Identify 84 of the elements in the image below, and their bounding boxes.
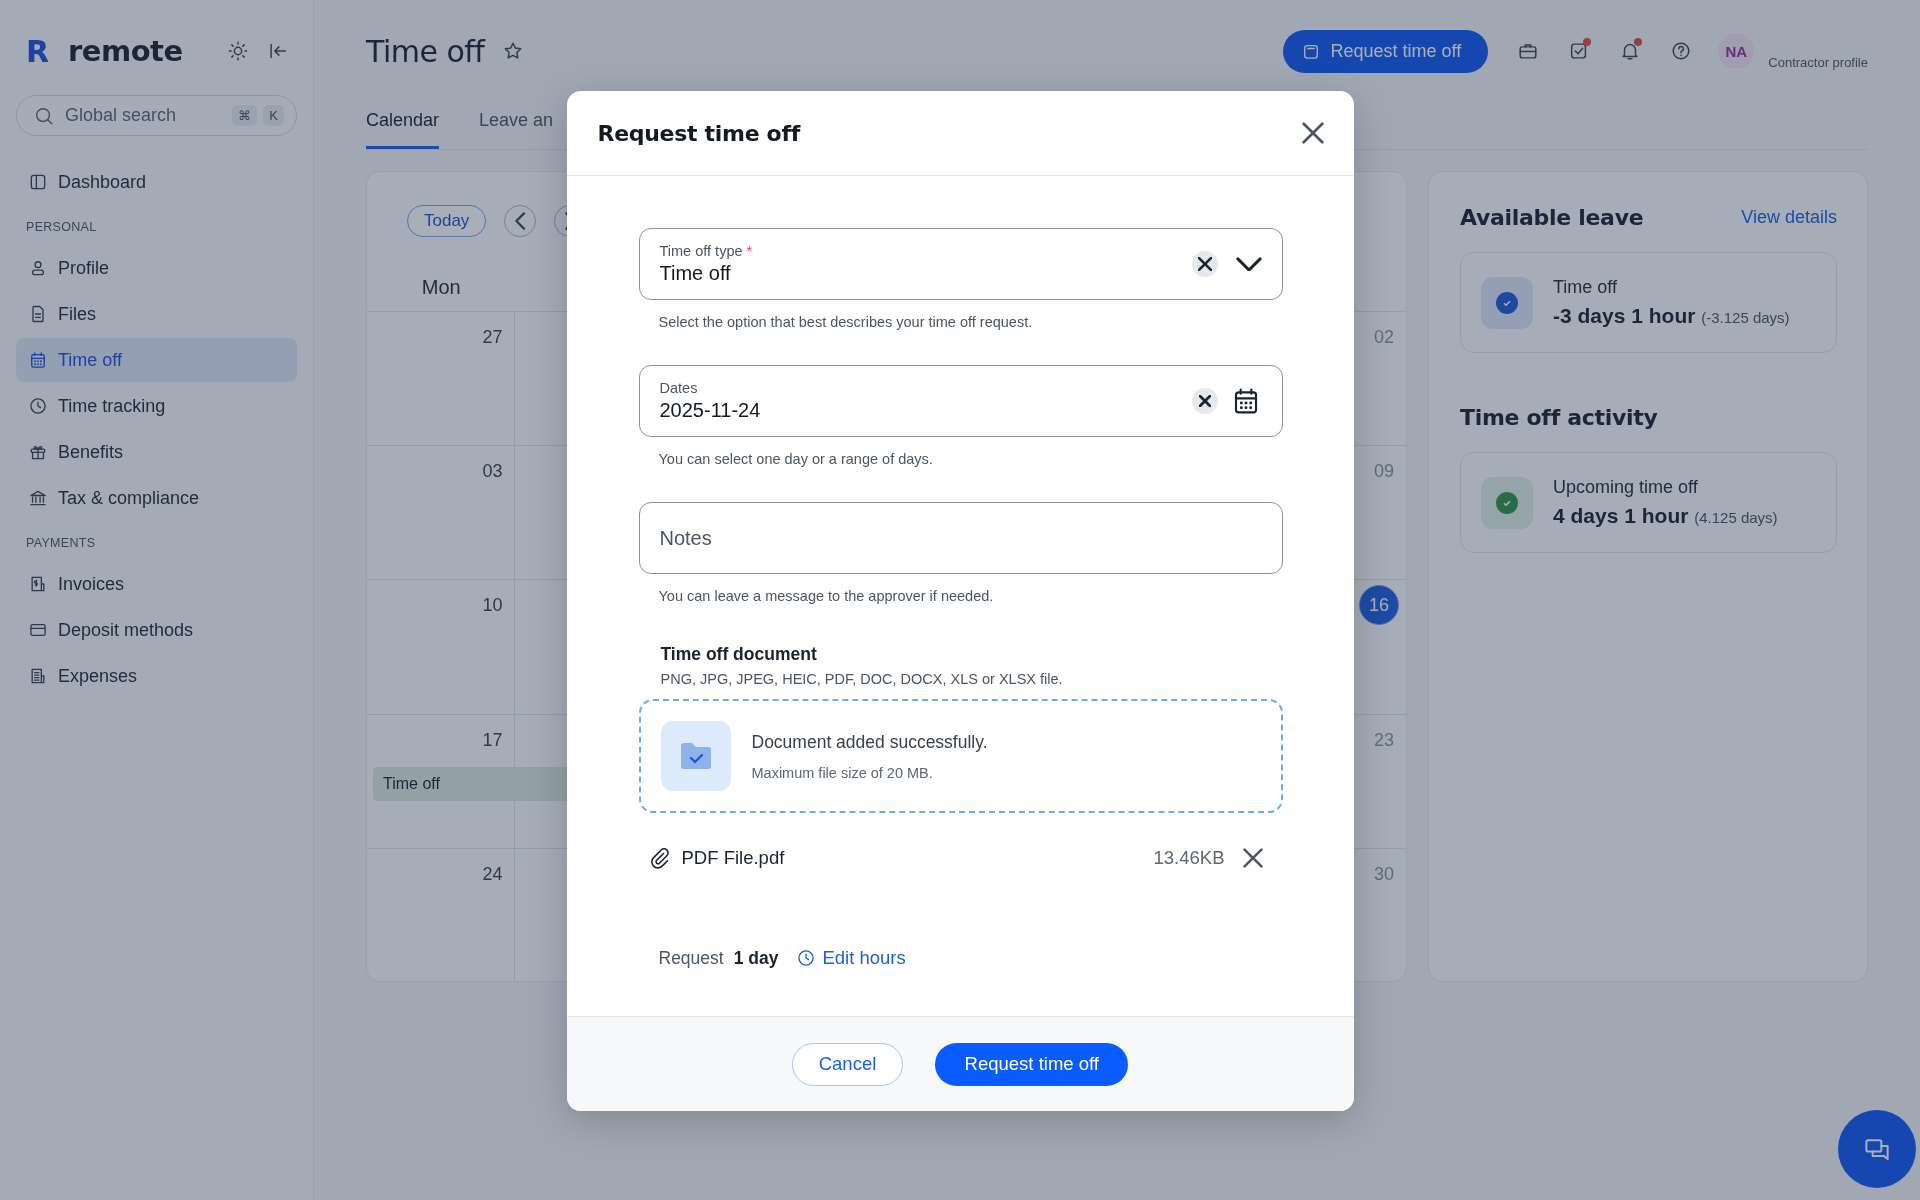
today-button[interactable]: Today	[407, 205, 487, 237]
nav-item[interactable]: Time off	[16, 338, 297, 382]
dialog-title: Request time off	[597, 120, 800, 146]
date-field[interactable]: Dates 2025-11-24	[638, 365, 1283, 437]
day-number: 09	[1373, 460, 1394, 483]
day-number: 30	[1373, 862, 1394, 885]
chevron-down-icon[interactable]	[1235, 256, 1262, 272]
field-value: Time off	[659, 262, 732, 285]
weekday-label: Mon	[420, 276, 462, 299]
theme-toggle-icon[interactable]	[227, 40, 249, 62]
dashboard-icon	[28, 172, 48, 192]
upload-status: Document added successfully.	[751, 731, 988, 753]
day-number: 17	[482, 728, 503, 751]
clear-icon	[1197, 257, 1212, 271]
search-field[interactable]: Global search ⌘ K	[16, 95, 297, 136]
section-heading: PERSONAL	[25, 219, 98, 236]
field-label: Dates	[659, 380, 699, 396]
leave-amount: -3 days 1 hour (-3.125 days)	[1553, 304, 1790, 328]
nav-item[interactable]: Tax & compliance	[16, 476, 297, 520]
section-title: Available leave	[1460, 205, 1644, 230]
field-label: Time off type *	[659, 243, 754, 259]
file-name: PDF File.pdf	[681, 847, 786, 869]
file-size: 13.46KB	[1153, 847, 1225, 869]
day-number: 23	[1373, 728, 1394, 751]
view-details-link[interactable]: View details	[1741, 207, 1837, 228]
helper-text: You can select one day or a range of days.	[658, 450, 934, 468]
nav-item[interactable]: Dashboard	[16, 160, 297, 204]
clear-button[interactable]	[1191, 388, 1218, 414]
close-icon	[1301, 122, 1324, 144]
clear-icon	[1198, 395, 1211, 407]
leave-type: Upcoming time off	[1553, 477, 1699, 498]
tab[interactable]: Leave an	[479, 98, 554, 149]
helper-text: You can leave a message to the approver if needed.	[658, 587, 995, 605]
check-icon	[1496, 291, 1518, 314]
section-heading: PAYMENTS	[25, 535, 97, 552]
section-title: Time off document	[660, 644, 818, 665]
section-title: Time off activity	[1460, 405, 1658, 430]
nav-item[interactable]: Invoices	[16, 562, 297, 606]
nav-item[interactable]: Deposit methods	[16, 608, 297, 652]
file-size-limit: Maximum file size of 20 MB.	[751, 764, 934, 781]
close-icon	[1242, 848, 1263, 868]
avatar[interactable]: NA	[1718, 33, 1755, 69]
day-number: 27	[482, 326, 503, 348]
chevron-left-icon	[515, 212, 526, 230]
file-formats-text: PNG, JPG, JPEG, HEIC, PDF, DOC, DOCX, XLS or XLSX file.	[660, 671, 1064, 687]
nav-item[interactable]: Profile	[16, 246, 297, 290]
edit-hours-link[interactable]: Edit hours	[796, 947, 906, 969]
nav-item[interactable]: Files	[16, 292, 297, 336]
time-off-type-select[interactable]: Time off type * Time off	[638, 228, 1283, 300]
calendar-icon	[28, 350, 48, 370]
remove-file-button[interactable]	[1242, 848, 1263, 868]
bank-icon	[28, 488, 48, 508]
folder-check-icon	[678, 741, 713, 771]
logo-mark: R	[26, 33, 51, 69]
profile-label: Contractor profile	[1768, 53, 1868, 70]
day-number: 02	[1373, 326, 1394, 348]
cancel-button[interactable]: Cancel	[791, 1042, 904, 1086]
nav-item[interactable]: Time tracking	[16, 384, 297, 428]
shortcut-key: ⌘	[232, 105, 258, 126]
day-number: 24	[482, 862, 503, 885]
clear-button[interactable]	[1191, 251, 1218, 277]
shortcut-key: K	[263, 105, 284, 126]
nav-item[interactable]: Benefits	[16, 430, 297, 474]
tab[interactable]: Calendar	[366, 98, 440, 149]
page-title: Time off	[366, 33, 485, 69]
leave-type: Time off	[1553, 277, 1619, 298]
helper-text: Select the option that best describes your time off request.	[658, 313, 1034, 331]
field-value: 2025-11-24	[659, 399, 762, 422]
clock-icon	[28, 396, 48, 416]
request-amount: 1 day	[733, 947, 779, 969]
nav-item[interactable]: Expenses	[16, 654, 297, 698]
notes-field[interactable]: Notes	[638, 502, 1283, 574]
check-icon	[1496, 491, 1518, 514]
logo-text: remote	[68, 34, 184, 68]
day-number: 10	[482, 594, 503, 617]
day-number: 16	[1359, 585, 1399, 626]
submit-button[interactable]: Request time off	[935, 1042, 1129, 1086]
clock-icon	[796, 948, 817, 968]
request-time-off-button[interactable]: Request time off	[1282, 29, 1489, 73]
close-button[interactable]	[1301, 122, 1324, 144]
day-number: 03	[482, 460, 503, 483]
request-label: Request	[658, 947, 724, 969]
leave-amount: 4 days 1 hour (4.125 days)	[1553, 504, 1778, 528]
upload-dropzone[interactable]: Document added successfully. Maximum file size of 20 MB.	[638, 699, 1283, 813]
